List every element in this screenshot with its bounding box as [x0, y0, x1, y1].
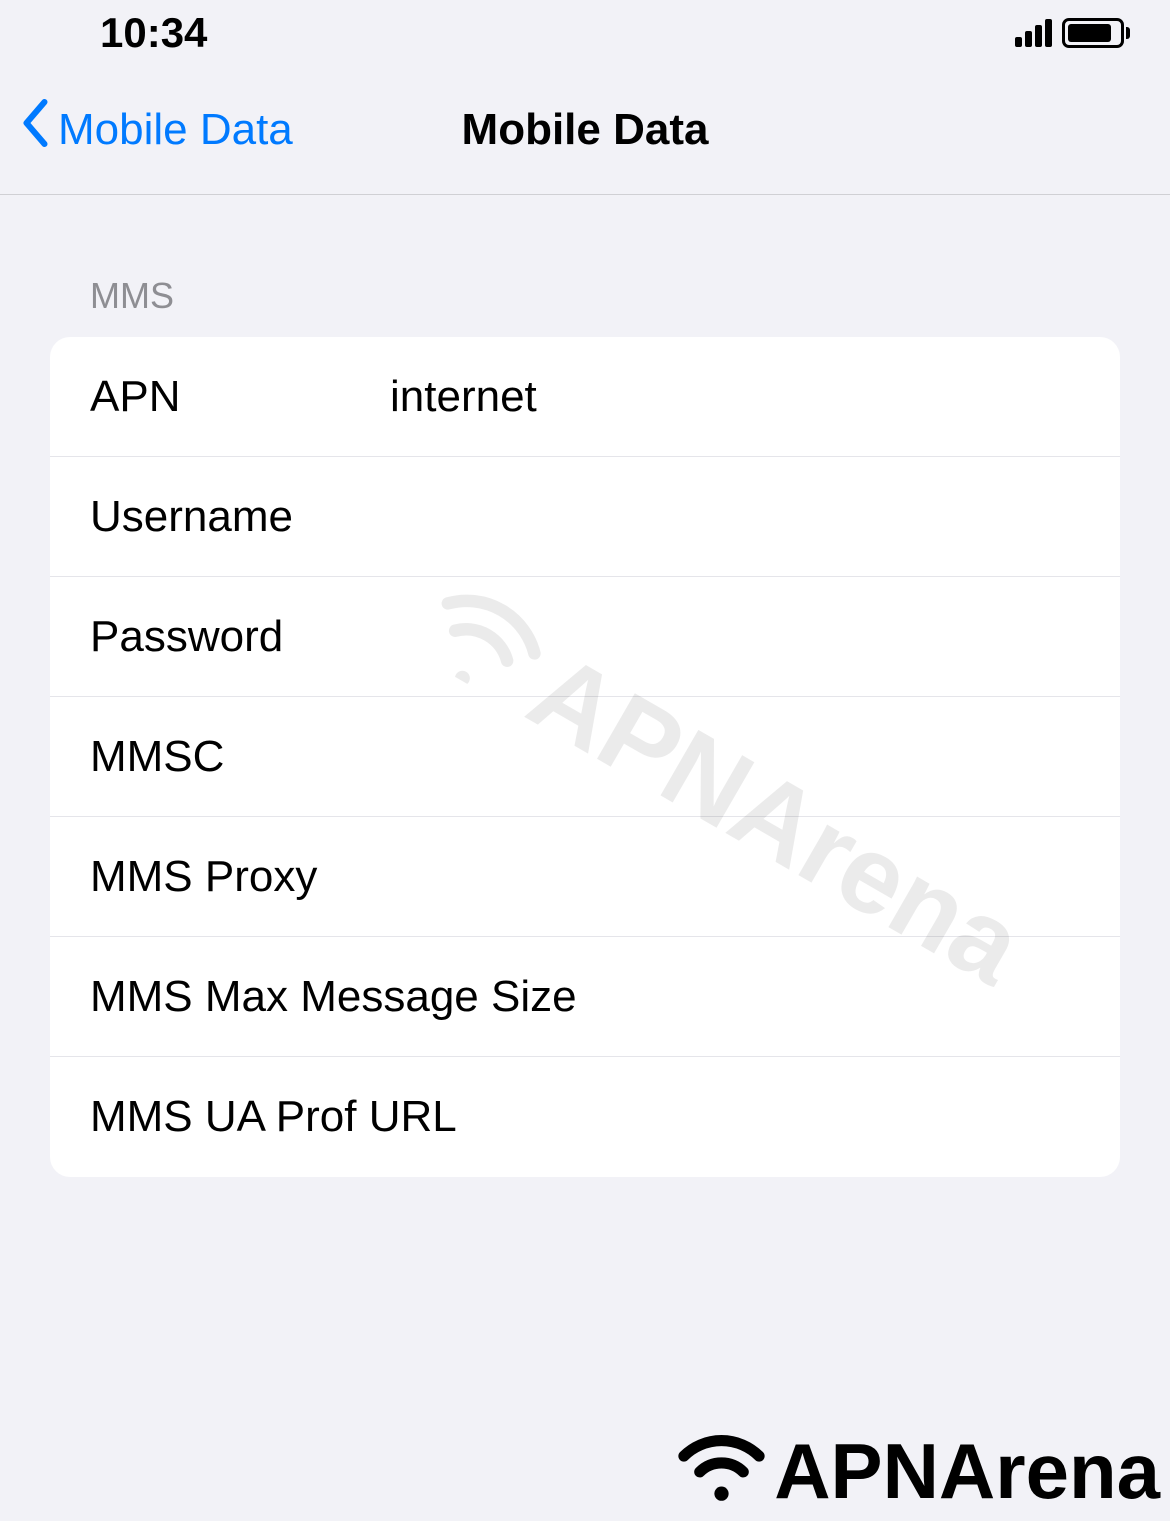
mmsc-row[interactable]: MMSC — [50, 697, 1120, 817]
mms-max-message-size-row[interactable]: MMS Max Message Size — [50, 937, 1120, 1057]
mms-settings-group: APN Username Password MMSC MMS Proxy MMS… — [50, 337, 1120, 1177]
mmsc-input[interactable] — [390, 732, 1080, 782]
settings-content: MMS APN Username Password MMSC MMS Proxy — [0, 195, 1170, 1177]
navigation-bar: Mobile Data Mobile Data — [0, 65, 1170, 195]
footer-logo: APNArena — [674, 1422, 1170, 1521]
mms-proxy-input[interactable] — [390, 852, 1080, 902]
page-title: Mobile Data — [462, 105, 709, 155]
password-input[interactable] — [390, 612, 1080, 662]
section-header-mms: MMS — [90, 275, 1120, 317]
chevron-left-icon — [20, 99, 48, 160]
status-time: 10:34 — [100, 9, 207, 57]
mms-max-message-size-label: MMS Max Message Size — [90, 972, 1080, 1022]
wifi-icon — [674, 1422, 769, 1521]
apn-row[interactable]: APN — [50, 337, 1120, 457]
battery-icon — [1062, 18, 1130, 48]
password-label: Password — [90, 612, 390, 662]
footer-logo-text: APNArena — [774, 1426, 1160, 1517]
mms-proxy-label: MMS Proxy — [90, 852, 390, 902]
password-row[interactable]: Password — [50, 577, 1120, 697]
username-row[interactable]: Username — [50, 457, 1120, 577]
mms-ua-prof-url-row[interactable]: MMS UA Prof URL — [50, 1057, 1120, 1177]
cellular-signal-icon — [1015, 19, 1052, 47]
apn-input[interactable] — [390, 372, 1080, 422]
status-indicators — [1015, 18, 1130, 48]
mmsc-label: MMSC — [90, 732, 390, 782]
back-button[interactable]: Mobile Data — [20, 99, 293, 160]
apn-label: APN — [90, 372, 390, 422]
back-label: Mobile Data — [58, 105, 293, 155]
mms-ua-prof-url-label: MMS UA Prof URL — [90, 1092, 1080, 1142]
username-label: Username — [90, 492, 390, 542]
status-bar: 10:34 — [0, 0, 1170, 65]
mms-proxy-row[interactable]: MMS Proxy — [50, 817, 1120, 937]
username-input[interactable] — [390, 492, 1080, 542]
